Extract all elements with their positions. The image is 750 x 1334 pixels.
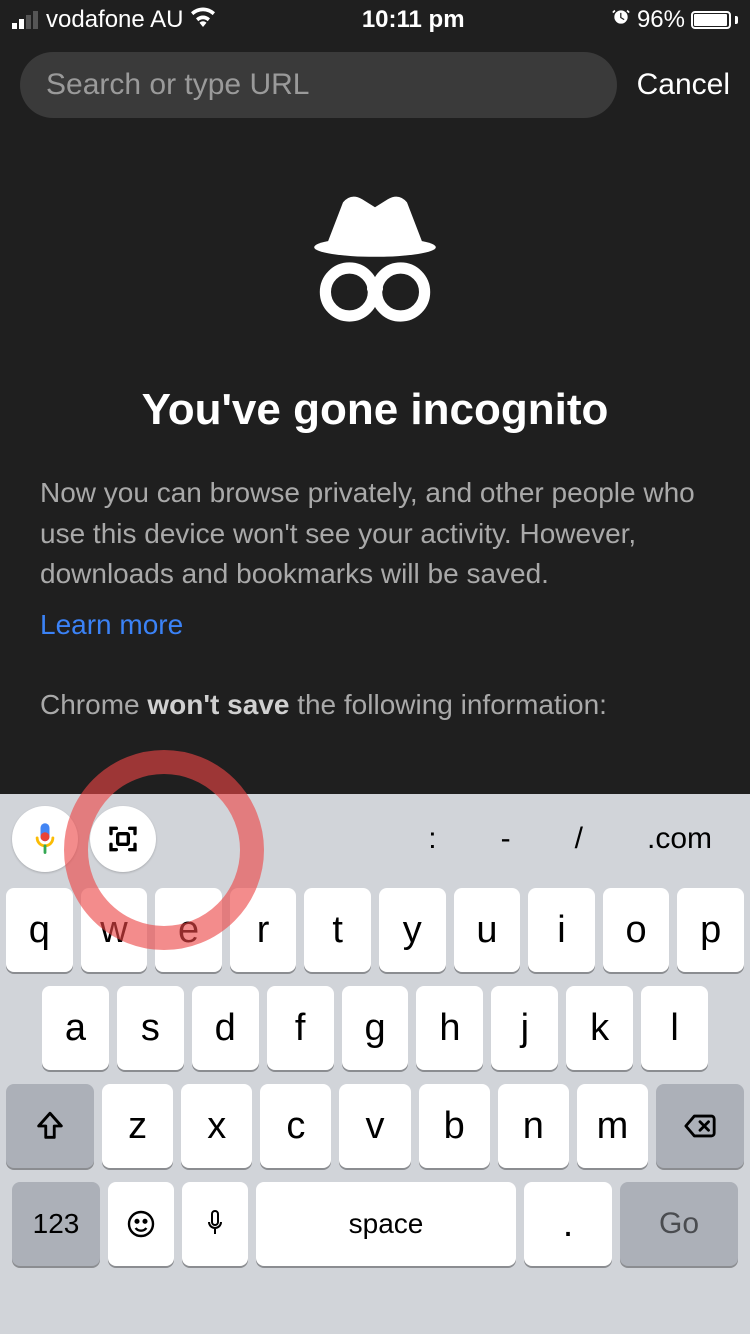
suggestion-slash[interactable]: / — [549, 822, 609, 856]
status-right: 96% — [611, 6, 738, 34]
key-dictation[interactable] — [182, 1182, 248, 1266]
suggestion-colon[interactable]: : — [402, 822, 462, 856]
key-l[interactable]: l — [641, 986, 708, 1070]
key-w[interactable]: w — [81, 888, 148, 972]
key-s[interactable]: s — [117, 986, 184, 1070]
keyboard-row-1: q w e r t y u i o p — [6, 888, 744, 972]
alarm-icon — [611, 6, 631, 34]
key-j[interactable]: j — [491, 986, 558, 1070]
key-e[interactable]: e — [155, 888, 222, 972]
keyboard-row-3: z x c v b n m — [6, 1084, 744, 1168]
carrier-label: vodafone AU — [46, 6, 183, 34]
key-v[interactable]: v — [339, 1084, 410, 1168]
cancel-button[interactable]: Cancel — [637, 68, 730, 102]
qr-scan-button[interactable] — [90, 806, 156, 872]
key-y[interactable]: y — [379, 888, 446, 972]
key-shift[interactable] — [6, 1084, 94, 1168]
key-g[interactable]: g — [342, 986, 409, 1070]
key-d[interactable]: d — [192, 986, 259, 1070]
wont-save-text: Chrome won't save the following informat… — [40, 689, 710, 721]
suggestion-dotcom[interactable]: .com — [621, 822, 738, 856]
signal-icon — [12, 11, 38, 29]
key-u[interactable]: u — [454, 888, 521, 972]
status-left: vodafone AU — [12, 6, 215, 34]
incognito-content: You've gone incognito Now you can browse… — [0, 140, 750, 721]
key-k[interactable]: k — [566, 986, 633, 1070]
key-emoji[interactable] — [108, 1182, 174, 1266]
key-c[interactable]: c — [260, 1084, 331, 1168]
key-h[interactable]: h — [416, 986, 483, 1070]
key-a[interactable]: a — [42, 986, 109, 1070]
key-t[interactable]: t — [304, 888, 371, 972]
key-m[interactable]: m — [577, 1084, 648, 1168]
key-f[interactable]: f — [267, 986, 334, 1070]
incognito-description: Now you can browse privately, and other … — [40, 473, 710, 595]
key-r[interactable]: r — [230, 888, 297, 972]
status-bar: vodafone AU 10:11 pm 96% — [0, 0, 750, 40]
keyboard: : - / .com q w e r t y u i o p a s d f g… — [0, 794, 750, 1334]
key-space[interactable]: space — [256, 1182, 516, 1266]
url-search-input[interactable] — [20, 52, 617, 118]
key-backspace[interactable] — [656, 1084, 744, 1168]
keyboard-row-2: a s d f g h j k l — [6, 986, 744, 1070]
key-o[interactable]: o — [603, 888, 670, 972]
search-row: Cancel — [0, 40, 750, 140]
key-go[interactable]: Go — [620, 1182, 738, 1266]
wifi-icon — [191, 7, 215, 33]
key-123[interactable]: 123 — [12, 1182, 100, 1266]
key-z[interactable]: z — [102, 1084, 173, 1168]
keyboard-suggestion-bar: : - / .com — [0, 794, 750, 884]
key-n[interactable]: n — [498, 1084, 569, 1168]
key-q[interactable]: q — [6, 888, 73, 972]
incognito-title: You've gone incognito — [40, 385, 710, 435]
incognito-icon — [40, 180, 710, 345]
learn-more-link[interactable]: Learn more — [40, 609, 183, 641]
key-b[interactable]: b — [419, 1084, 490, 1168]
battery-icon — [691, 11, 738, 29]
battery-pct: 96% — [637, 6, 685, 34]
keyboard-row-4: 123 space . Go — [6, 1182, 744, 1266]
status-time: 10:11 pm — [362, 6, 465, 34]
key-x[interactable]: x — [181, 1084, 252, 1168]
suggestion-dash[interactable]: - — [475, 822, 537, 856]
key-period[interactable]: . — [524, 1182, 612, 1266]
key-p[interactable]: p — [677, 888, 744, 972]
key-i[interactable]: i — [528, 888, 595, 972]
voice-search-button[interactable] — [12, 806, 78, 872]
